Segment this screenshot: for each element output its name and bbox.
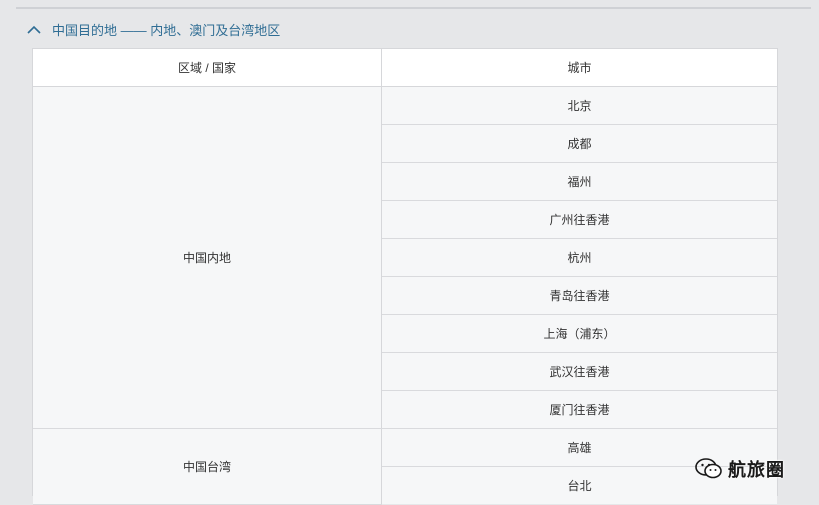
watermark: 航旅圈 xyxy=(694,455,785,483)
city-cell: 青岛往香港 xyxy=(381,276,777,315)
top-divider xyxy=(16,7,811,9)
column-header-city: 城市 xyxy=(381,49,777,87)
city-cell: 厦门往香港 xyxy=(381,390,777,429)
region-cell-taiwan: 中国台湾 xyxy=(33,428,382,505)
city-cell: 广州往香港 xyxy=(381,200,777,239)
city-cell: 北京 xyxy=(381,86,777,125)
table-row: 中国内地 北京 xyxy=(33,86,777,429)
table-header-row: 区域 / 国家 城市 xyxy=(33,49,777,87)
city-cell: 福州 xyxy=(381,162,777,201)
city-cell: 武汉往香港 xyxy=(381,352,777,391)
watermark-text: 航旅圈 xyxy=(728,460,785,480)
section-title: 中国目的地 —— 内地、澳门及台湾地区 xyxy=(52,22,281,38)
chevron-up-icon xyxy=(26,21,42,37)
table-row: 中国台湾 高雄 xyxy=(33,428,777,505)
city-cell: 成都 xyxy=(381,124,777,163)
destinations-table: 区域 / 国家 城市 中国内地 北京 成都 福州 广州往香港 杭州 青岛往香港 xyxy=(32,48,778,505)
city-cell: 上海（浦东） xyxy=(381,314,777,353)
column-header-region: 区域 / 国家 xyxy=(33,49,382,87)
region-cell-mainland: 中国内地 xyxy=(33,86,382,429)
city-cell: 杭州 xyxy=(381,238,777,277)
wechat-icon xyxy=(695,458,722,479)
section-toggle[interactable]: 中国目的地 —— 内地、澳门及台湾地区 xyxy=(26,18,280,40)
